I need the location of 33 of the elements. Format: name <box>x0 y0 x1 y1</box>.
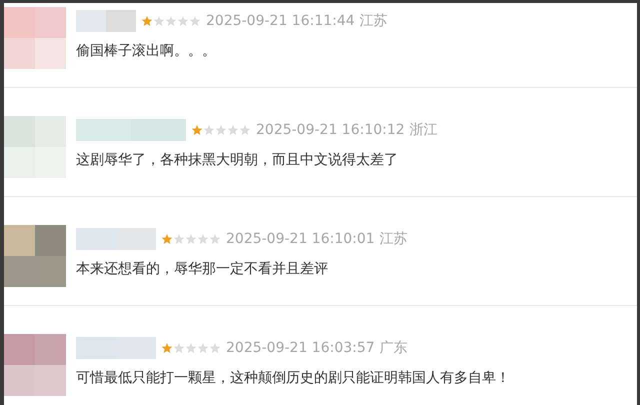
star-icon <box>209 342 221 354</box>
star-icon <box>153 15 165 27</box>
comment-text: 本来还想看的，辱华那一定不看并且差评 <box>76 260 329 278</box>
star-icon <box>191 124 203 136</box>
comment-time: 2025-09-21 16:10:01 <box>226 231 375 247</box>
star-icon <box>161 342 173 354</box>
comment-location: 江苏 <box>360 12 388 30</box>
star-icon <box>227 124 239 136</box>
comment-location: 广东 <box>380 339 408 357</box>
comment-text: 这剧辱华了，各种抹黑大明朝，而且中文说得太差了 <box>76 151 399 169</box>
comment-time: 2025-09-21 16:10:12 <box>256 122 405 138</box>
star-icon <box>161 233 173 245</box>
blurred-name <box>76 10 136 32</box>
comment-location: 江苏 <box>380 230 408 248</box>
star-icon <box>203 124 215 136</box>
star-icon <box>215 124 227 136</box>
star-icon <box>173 342 185 354</box>
star-icon <box>173 233 185 245</box>
comment-time: 2025-09-21 16:03:57 <box>226 340 375 356</box>
star-icon <box>197 233 209 245</box>
star-icon <box>189 15 201 27</box>
star-icon <box>141 15 153 27</box>
star-icon <box>209 233 221 245</box>
star-icon <box>197 342 209 354</box>
comment-time: 2025-09-21 16:11:44 <box>206 13 355 29</box>
star-icon <box>177 15 189 27</box>
comment-location: 浙江 <box>410 121 438 139</box>
star-icon <box>185 233 197 245</box>
comment-text: 可惜最低只能打一颗星，这种颠倒历史的剧只能证明韩国人有多自卑！ <box>76 369 510 387</box>
star-icon <box>239 124 251 136</box>
star-icon <box>185 342 197 354</box>
star-icon <box>165 15 177 27</box>
comment-text: 偷国棒子滚出啊。。。 <box>76 42 217 60</box>
